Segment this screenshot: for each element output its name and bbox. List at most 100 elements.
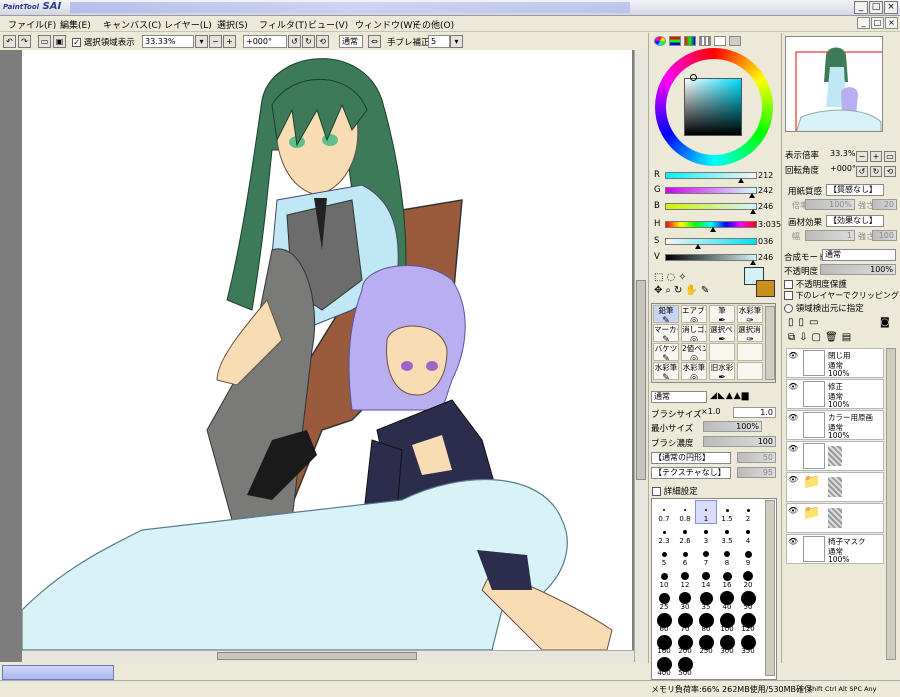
- nav-zoom-out-icon[interactable]: −: [856, 151, 868, 162]
- tool-row3-2[interactable]: [709, 343, 735, 361]
- eye-icon[interactable]: 👁: [788, 351, 800, 361]
- source-detect-option[interactable]: 領域検出元に指定: [784, 302, 864, 314]
- canvas-area[interactable]: [0, 50, 648, 662]
- brush-size-preset[interactable]: 0.7: [654, 501, 674, 523]
- opacity-protect-checkbox[interactable]: [784, 280, 793, 289]
- slider-handle-s-icon[interactable]: [695, 244, 702, 249]
- mixer-tab-icon[interactable]: [714, 36, 726, 46]
- rect-select-icon[interactable]: ⬚: [654, 272, 666, 283]
- brush-mode-select[interactable]: 通常: [651, 391, 707, 403]
- eye-icon[interactable]: 👁: [788, 413, 800, 423]
- layer-item[interactable]: 👁 📁: [786, 472, 884, 502]
- eye-icon[interactable]: 👁: [788, 506, 800, 516]
- brush-size-preset[interactable]: 50: [738, 589, 758, 611]
- tool-row2-2[interactable]: 選択ペン✒: [709, 324, 735, 342]
- color-wheel-tab-icon[interactable]: [654, 36, 666, 46]
- tool-row4-3[interactable]: [737, 362, 763, 380]
- close-button[interactable]: ×: [884, 1, 898, 14]
- stabilizer-dropdown-icon[interactable]: ▾: [450, 35, 463, 48]
- nav-zoom-in-icon[interactable]: +: [870, 151, 882, 162]
- detail-settings-toggle[interactable]: 詳細設定: [652, 485, 698, 497]
- brush-texture-value[interactable]: 95: [737, 467, 776, 478]
- selection-toggle[interactable]: ✓ 選択領域表示: [72, 36, 135, 48]
- lasso-icon[interactable]: ◌: [666, 272, 678, 283]
- brush-size-scrollbar[interactable]: [765, 500, 775, 676]
- paint-effect-select[interactable]: 【効果なし】: [826, 215, 884, 227]
- tool-row4-2[interactable]: 旧水彩 ✒: [709, 362, 735, 380]
- blend-mode-select[interactable]: 通常: [339, 35, 363, 48]
- hsv-slider-tab-icon[interactable]: [684, 36, 696, 46]
- opacity-value[interactable]: 100%: [820, 264, 896, 275]
- brush-size-preset[interactable]: 6: [675, 545, 695, 567]
- brush-size-preset[interactable]: 500: [675, 655, 695, 677]
- delete-layer-icon[interactable]: 🗑: [825, 332, 842, 343]
- brush-size-preset[interactable]: 250: [696, 633, 716, 655]
- nav-rotate-reset-icon[interactable]: ⟲: [884, 166, 896, 177]
- menu-layer[interactable]: レイヤー(L): [164, 18, 212, 31]
- slider-g[interactable]: [665, 187, 757, 194]
- brush-size-multiplier[interactable]: ×1.0: [701, 407, 720, 416]
- eyedropper-icon[interactable]: ✎: [701, 285, 712, 296]
- brush-size-preset[interactable]: 160: [654, 633, 674, 655]
- tool-row1-0[interactable]: 鉛筆 ✎: [653, 305, 679, 323]
- new-layer-icon[interactable]: ▯: [788, 317, 799, 328]
- clipping-checkbox[interactable]: [784, 291, 793, 300]
- nav-zoom-reset-icon[interactable]: ▭: [884, 151, 896, 162]
- nav-rotate-right-icon[interactable]: ↻: [870, 166, 882, 177]
- slider-handle-r-icon[interactable]: [738, 178, 745, 183]
- mdi-minimize-button[interactable]: _: [857, 17, 870, 29]
- layer-item[interactable]: 👁 📁: [786, 503, 884, 533]
- brush-size-preset[interactable]: 3.5: [717, 523, 737, 545]
- menu-canvas[interactable]: キャンバス(C): [103, 18, 161, 31]
- tool-row3-1[interactable]: 2値ペン ◎: [681, 343, 707, 361]
- clear-layer-icon[interactable]: ▢: [812, 332, 825, 343]
- selection-checkbox[interactable]: ✓: [72, 38, 81, 47]
- saturation-value-square[interactable]: [684, 78, 742, 136]
- brush-size-preset[interactable]: 120: [738, 611, 758, 633]
- background-color-swatch[interactable]: [756, 280, 775, 297]
- layer-item[interactable]: 👁 修正 通常 100%: [786, 379, 884, 409]
- menu-filter[interactable]: フィルタ(T): [259, 18, 307, 31]
- brush-size-preset[interactable]: 0.8: [675, 501, 695, 523]
- brush-size-preset[interactable]: 9: [738, 545, 758, 567]
- brush-size-preset[interactable]: 10: [654, 567, 674, 589]
- brush-size-preset[interactable]: 3: [696, 523, 716, 545]
- brush-size-preset[interactable]: 1.5: [717, 501, 737, 523]
- menu-window[interactable]: ウィンドウ(W): [355, 18, 416, 31]
- rotate-left-icon[interactable]: ↺: [288, 35, 301, 48]
- brush-size-preset[interactable]: 2.3: [654, 523, 674, 545]
- paper-scale-value[interactable]: 100%: [805, 199, 855, 210]
- slider-v[interactable]: [665, 254, 757, 261]
- eye-icon[interactable]: 👁: [788, 537, 800, 547]
- menu-file[interactable]: ファイル(F): [8, 18, 56, 31]
- brush-size-preset[interactable]: 7: [696, 545, 716, 567]
- brush-size-preset[interactable]: 20: [738, 567, 758, 589]
- layer-item[interactable]: 👁 カラー用原画 通常 100%: [786, 410, 884, 440]
- brush-size-preset[interactable]: 4: [738, 523, 758, 545]
- eye-icon[interactable]: 👁: [788, 475, 800, 485]
- menu-view[interactable]: ビュー(V): [308, 18, 348, 31]
- slider-handle-v-icon[interactable]: [750, 260, 757, 265]
- brush-size-preset[interactable]: 70: [675, 611, 695, 633]
- brush-shape-value[interactable]: 50: [737, 452, 776, 463]
- layer-item[interactable]: 👁 閉じ用 通常 100%: [786, 348, 884, 378]
- tool-row1-1[interactable]: エアブラシ◎: [681, 305, 707, 323]
- deselect-icon[interactable]: ▭: [38, 35, 51, 48]
- brush-size-preset[interactable]: 2: [738, 501, 758, 523]
- hue-cursor-icon[interactable]: [690, 74, 697, 81]
- nav-zoom-value[interactable]: 33.3%: [830, 149, 855, 158]
- clipping-option[interactable]: 下のレイヤーでクリッピング: [784, 290, 899, 301]
- brush-size-preset[interactable]: 40: [717, 589, 737, 611]
- layer-item[interactable]: 👁: [786, 441, 884, 471]
- rotate-right-icon[interactable]: ↻: [302, 35, 315, 48]
- stabilizer-select[interactable]: 5: [428, 35, 450, 48]
- zoom-icon[interactable]: ⌕: [665, 285, 674, 296]
- brush-shape-select[interactable]: 【通常の円形】: [651, 452, 731, 464]
- density-value[interactable]: 100: [703, 436, 776, 447]
- menu-select[interactable]: 選択(S): [217, 18, 248, 31]
- scratchpad-tab-icon[interactable]: [729, 36, 741, 46]
- brush-size-preset[interactable]: 300: [717, 633, 737, 655]
- brush-size-preset[interactable]: 2.6: [675, 523, 695, 545]
- tool-row1-3[interactable]: 水彩筆 ✑: [737, 305, 763, 323]
- brush-size-value[interactable]: 1.0: [733, 407, 776, 418]
